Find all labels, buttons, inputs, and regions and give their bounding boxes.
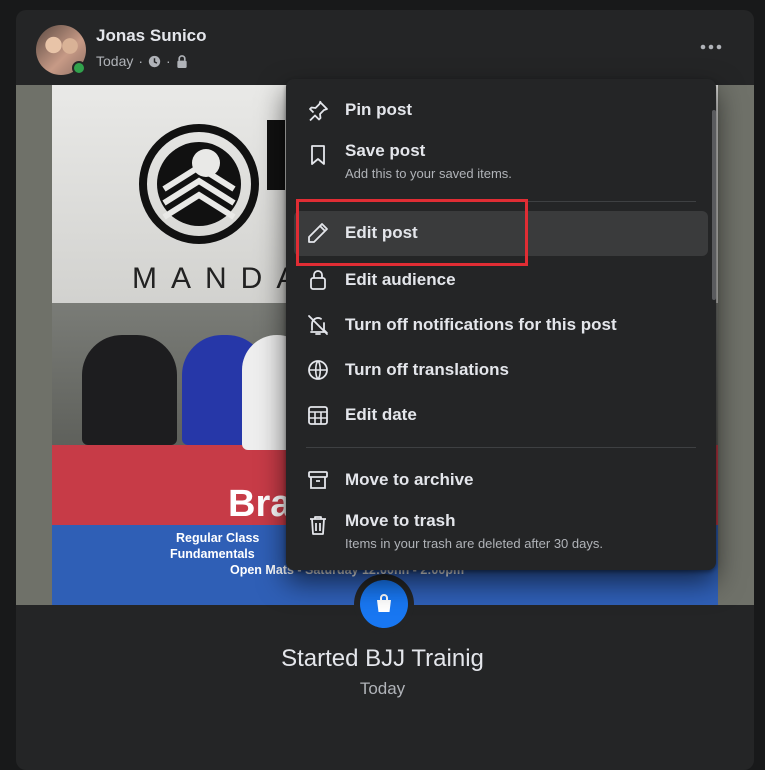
- archive-icon: [308, 471, 328, 489]
- trash-icon: [310, 516, 326, 535]
- banner-line-2: Fundamentals: [170, 547, 255, 561]
- meta-separator: ·: [138, 53, 144, 69]
- post-meta: Today · ·: [96, 53, 188, 69]
- shopping-bag-icon: [377, 594, 391, 612]
- menu-item-description: Items in your trash are deleted after 30…: [345, 536, 603, 551]
- globe-icon: [308, 360, 328, 380]
- menu-item-label: Turn off translations: [345, 360, 510, 379]
- gym-name-text: MANDA: [132, 262, 311, 295]
- bookmark-icon: [311, 145, 325, 165]
- ellipsis-icon: [700, 44, 722, 50]
- menu-item-label: Edit audience: [345, 270, 456, 289]
- pin-icon: [309, 100, 328, 122]
- menu-divider: [306, 447, 696, 448]
- menu-item-turn-off-translations[interactable]: Turn off translations: [294, 349, 708, 391]
- post-timestamp[interactable]: Today: [96, 53, 133, 69]
- meta-separator-2: ·: [166, 53, 171, 69]
- menu-item-turn-off-notifications[interactable]: Turn off notifications for this post: [294, 304, 708, 346]
- banner-line-1: Regular Class: [176, 531, 260, 545]
- person-black-gi: [82, 335, 177, 445]
- life-event-title: Started BJJ Trainig: [281, 645, 484, 672]
- lock-privacy-icon[interactable]: [176, 54, 188, 68]
- menu-item-label: Save post: [345, 141, 426, 160]
- menu-item-move-to-trash[interactable]: Move to trash Items in your trash are de…: [294, 503, 708, 561]
- life-event-date: Today: [359, 679, 406, 698]
- menu-item-description: Add this to your saved items.: [345, 166, 512, 181]
- life-event-badge-inner: [360, 580, 408, 628]
- online-status-dot: [72, 61, 86, 75]
- author-name[interactable]: Jonas Sunico: [96, 26, 207, 46]
- gym-logo-icon: [139, 124, 259, 244]
- menu-scrollbar[interactable]: [712, 110, 716, 300]
- bell-off-icon: [308, 315, 329, 335]
- menu-item-label: Edit date: [345, 405, 417, 424]
- clock-icon: [148, 55, 161, 67]
- menu-item-label: Move to archive: [345, 470, 474, 489]
- calendar-icon: [308, 406, 328, 425]
- photo-sign-bar: [267, 120, 285, 190]
- life-event-badge: [354, 574, 414, 634]
- menu-item-label: Move to trash: [345, 511, 456, 530]
- menu-item-move-to-archive[interactable]: Move to archive: [294, 459, 708, 501]
- menu-item-save-post[interactable]: Save post Add this to your saved items.: [294, 133, 708, 191]
- menu-item-label: Pin post: [345, 100, 413, 119]
- annotation-highlight-box: [296, 199, 528, 266]
- post-options-menu: Pin post Save post Add this to your save…: [286, 79, 716, 570]
- menu-item-pin-post[interactable]: Pin post: [294, 91, 708, 131]
- more-options-button[interactable]: [690, 34, 732, 60]
- menu-item-edit-date[interactable]: Edit date: [294, 394, 708, 436]
- lock-icon: [310, 270, 326, 290]
- banner-heading: Bra: [228, 483, 292, 525]
- menu-item-label: Turn off notifications for this post: [345, 315, 617, 334]
